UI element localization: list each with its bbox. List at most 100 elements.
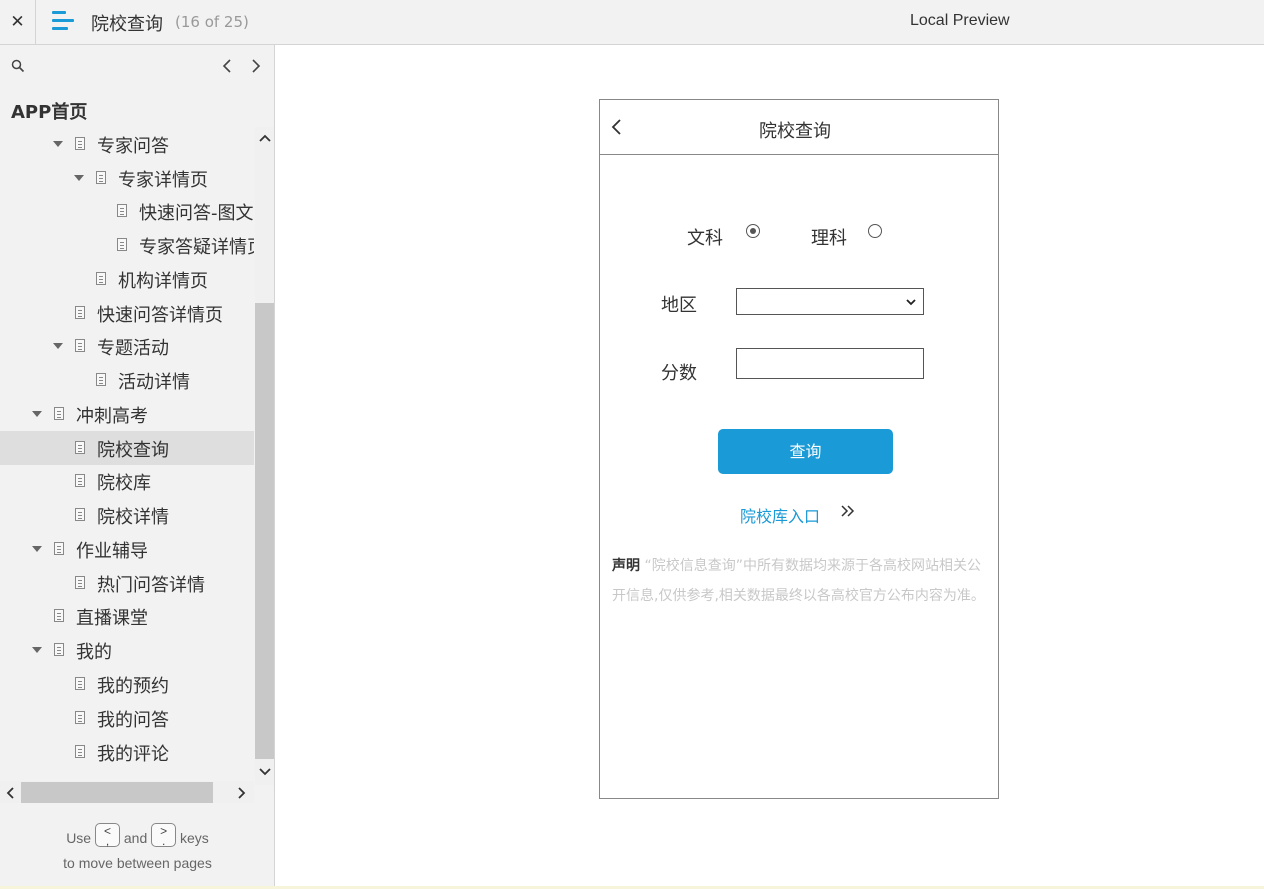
tree-item-expert-qa[interactable]: 专家问答 xyxy=(0,127,254,161)
sitemap-tree: 专家问答 专家详情页 快速问答-图文 专家答疑详情页 机构详情页 快速问答详情页… xyxy=(0,127,254,779)
tree-item-label: 专家详情页 xyxy=(118,170,208,191)
tree-item-quick-qa-detail[interactable]: 快速问答详情页 xyxy=(0,296,254,330)
region-label: 地区 xyxy=(661,295,697,316)
radio-arts[interactable] xyxy=(746,224,760,238)
page-icon xyxy=(75,711,85,724)
close-button[interactable]: ✕ xyxy=(0,0,36,44)
vertical-scrollbar[interactable] xyxy=(255,127,274,785)
page-icon xyxy=(75,339,85,352)
tree-item-label: 专题活动 xyxy=(97,338,169,359)
tree-item-label: 院校库 xyxy=(97,473,151,494)
page-icon xyxy=(75,677,85,690)
tree-item-expert-detail[interactable]: 专家详情页 xyxy=(0,161,254,195)
radio-label-arts: 文科 xyxy=(687,228,723,249)
tree-item-quick-qa-graphic[interactable]: 快速问答-图文 xyxy=(0,194,254,228)
tree-item-expert-answer-detail[interactable]: 专家答疑详情页 xyxy=(0,228,254,262)
page-icon xyxy=(117,204,127,217)
tree-item-school-library[interactable]: 院校库 xyxy=(0,464,254,498)
radio-science[interactable] xyxy=(868,224,882,238)
scroll-left-icon[interactable] xyxy=(4,786,16,800)
hint-line2: to move between pages xyxy=(63,855,212,871)
tree-item-my-qa[interactable]: 我的问答 xyxy=(0,701,254,735)
tree-item-live-class[interactable]: 直播课堂 xyxy=(0,599,254,633)
tree-item-label: 热门问答详情 xyxy=(97,575,205,596)
scroll-right-icon[interactable] xyxy=(236,786,248,800)
tree-item-label: 快速问答-图文 xyxy=(139,203,254,224)
tree-item-label: 专家答疑详情页 xyxy=(139,237,254,258)
next-key-icon: >. xyxy=(151,823,177,847)
hint-use: Use xyxy=(66,830,92,846)
tree-item-institution-detail[interactable]: 机构详情页 xyxy=(0,262,254,296)
expand-arrow-icon[interactable] xyxy=(32,546,42,552)
tree-item-label: 快速问答详情页 xyxy=(97,305,223,326)
page-count: (16 of 25) xyxy=(175,13,249,31)
expand-arrow-icon[interactable] xyxy=(53,141,63,147)
expand-arrow-icon[interactable] xyxy=(53,343,63,349)
hint-and: and xyxy=(123,830,148,846)
hint-keys: keys xyxy=(180,830,209,846)
page-icon xyxy=(96,373,106,386)
page-icon xyxy=(75,306,85,319)
tree-item-my-appointments[interactable]: 我的预约 xyxy=(0,667,254,701)
scroll-up-icon[interactable] xyxy=(258,133,272,143)
scroll-down-icon[interactable] xyxy=(258,767,272,777)
page-icon xyxy=(54,407,64,420)
phone-page-title: 院校查询 xyxy=(759,121,831,142)
disclaimer-notice: 声明 “院校信息查询”中所有数据均来源于各高校网站相关公开信息,仅供参考,相关数… xyxy=(612,551,990,611)
tree-item-hot-qa-detail[interactable]: 热门问答详情 xyxy=(0,566,254,600)
expand-arrow-icon[interactable] xyxy=(32,411,42,417)
score-label: 分数 xyxy=(661,363,697,384)
horizontal-scroll-thumb[interactable] xyxy=(21,782,213,803)
notice-text: “院校信息查询”中所有数据均来源于各高校网站相关公开信息,仅供参考,相关数据最终… xyxy=(612,558,985,604)
school-library-link[interactable]: 院校库入口 xyxy=(740,503,820,527)
tree-item-label: 活动详情 xyxy=(118,372,190,393)
tree-item-homework-help[interactable]: 作业辅导 xyxy=(0,532,254,566)
search-icon[interactable] xyxy=(11,59,25,73)
page-icon xyxy=(75,576,85,589)
hamburger-menu-icon[interactable] xyxy=(52,11,74,31)
score-input[interactable] xyxy=(736,348,924,379)
region-select[interactable] xyxy=(736,288,924,315)
page-icon xyxy=(75,137,85,150)
page-icon xyxy=(75,508,85,521)
phone-preview: 院校查询 文科 理科 地区 分数 查询 院校库入口 声明 “院校信息查询”中所有… xyxy=(599,99,999,799)
local-preview-label: Local Preview xyxy=(910,12,1010,29)
double-chevron-right-icon[interactable] xyxy=(840,504,856,518)
next-page-icon[interactable] xyxy=(247,55,265,77)
tree-item-mine[interactable]: 我的 xyxy=(0,633,254,667)
tree-item-label: 我的问答 xyxy=(97,710,169,731)
tree-item-label: 冲刺高考 xyxy=(76,406,148,427)
page-icon xyxy=(117,238,127,251)
vertical-scroll-thumb[interactable] xyxy=(255,303,274,759)
sidebar: APP首页 专家问答 专家详情页 快速问答-图文 专家答疑详情页 机构详情页 快… xyxy=(0,45,275,889)
close-icon: ✕ xyxy=(10,12,25,32)
page-icon xyxy=(54,542,64,555)
notice-title: 声明 xyxy=(612,558,640,574)
page-icon xyxy=(96,272,106,285)
tree-item-school-query[interactable]: 院校查询 xyxy=(0,431,254,465)
page-icon xyxy=(54,609,64,622)
sitemap-root-title[interactable]: APP首页 xyxy=(11,98,87,124)
tree-item-label: 专家问答 xyxy=(97,136,169,157)
tree-item-label: 直播课堂 xyxy=(76,608,148,629)
query-button[interactable]: 查询 xyxy=(718,429,893,474)
expand-arrow-icon[interactable] xyxy=(74,175,84,181)
tree-item-special-activity[interactable]: 专题活动 xyxy=(0,329,254,363)
tree-item-label: 我的预约 xyxy=(97,676,169,697)
page-icon xyxy=(54,643,64,656)
tree-item-label: 院校详情 xyxy=(97,507,169,528)
tree-item-activity-detail[interactable]: 活动详情 xyxy=(0,363,254,397)
previous-page-icon[interactable] xyxy=(218,55,236,77)
tree-item-label: 我的评论 xyxy=(97,744,169,765)
tree-item-my-comments[interactable]: 我的评论 xyxy=(0,735,254,769)
tree-item-label: 院校查询 xyxy=(97,440,169,461)
expand-arrow-icon[interactable] xyxy=(32,647,42,653)
tree-item-label: 作业辅导 xyxy=(76,541,148,562)
page-icon xyxy=(75,745,85,758)
tree-item-school-detail[interactable]: 院校详情 xyxy=(0,498,254,532)
tree-item-label: 机构详情页 xyxy=(118,271,208,292)
horizontal-scrollbar[interactable] xyxy=(0,781,254,803)
top-bar: ✕ 院校查询 (16 of 25) Local Preview xyxy=(0,0,1264,45)
tree-item-sprint-exam[interactable]: 冲刺高考 xyxy=(0,397,254,431)
keyboard-hint: Use <, and >. keys to move between pages xyxy=(0,823,275,876)
